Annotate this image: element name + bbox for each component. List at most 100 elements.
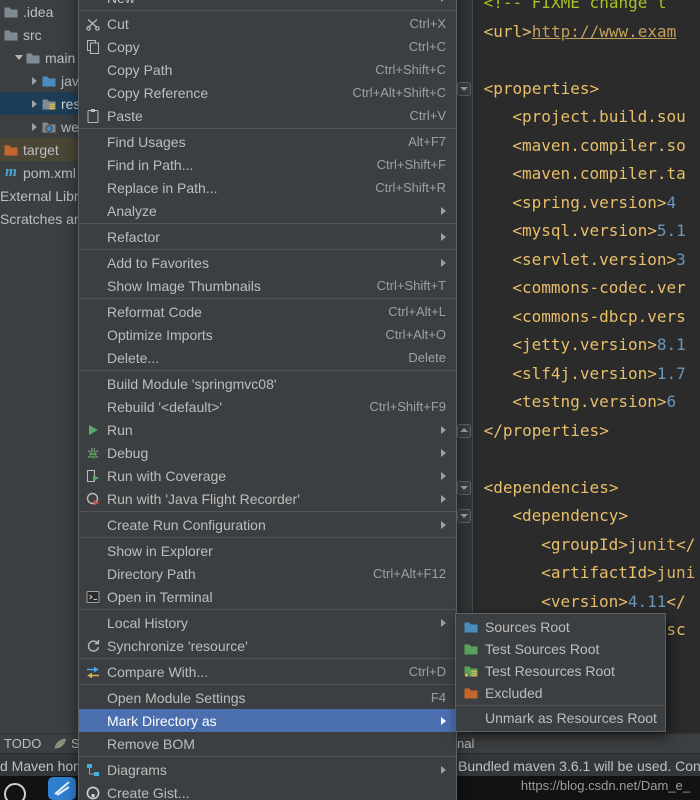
submenu-arrow-icon xyxy=(441,472,446,480)
tree-item-wel[interactable]: wel xyxy=(0,115,78,138)
chevron-expanded-icon[interactable] xyxy=(12,55,25,60)
menu-item-shortcut: Ctrl+Shift+R xyxy=(355,180,446,195)
menu-item-open-in-terminal[interactable]: Open in Terminal xyxy=(79,585,456,608)
menu-item-cut[interactable]: CutCtrl+X xyxy=(79,12,456,35)
ide-window: .ideasrcmainjavaresweltargetmpom.xmlExte… xyxy=(0,0,700,800)
folder-icon xyxy=(3,27,19,43)
menu-item-diagrams[interactable]: Diagrams xyxy=(79,758,456,781)
menu-item-rebuild-default[interactable]: Rebuild '<default>'Ctrl+Shift+F9 xyxy=(79,395,456,418)
fold-marker-icon[interactable] xyxy=(457,82,471,96)
tree-item-java[interactable]: java xyxy=(0,69,78,92)
menu-item-optimize-imports[interactable]: Optimize ImportsCtrl+Alt+O xyxy=(79,323,456,346)
menu-icon-spacer xyxy=(84,134,102,150)
chevron-collapsed-icon[interactable] xyxy=(28,123,41,131)
submenu-arrow-icon xyxy=(441,495,446,503)
menu-item-local-history[interactable]: Local History xyxy=(79,611,456,634)
menu-item-add-to-favorites[interactable]: Add to Favorites xyxy=(79,251,456,274)
tree-item-pom-xml[interactable]: mpom.xml xyxy=(0,161,78,184)
menu-item-paste[interactable]: PasteCtrl+V xyxy=(79,104,456,127)
run-icon xyxy=(84,422,102,438)
menu-icon-spacer xyxy=(84,376,102,392)
menu-item-label: Analyze xyxy=(107,203,157,219)
menu-item-reformat-code[interactable]: Reformat CodeCtrl+Alt+L xyxy=(79,300,456,323)
excluded-root-icon xyxy=(462,685,480,701)
menu-item-label: Run with 'Java Flight Recorder' xyxy=(107,491,300,507)
menu-separator xyxy=(79,370,456,371)
menu-item-debug[interactable]: Debug xyxy=(79,441,456,464)
menu-item-label: Run with Coverage xyxy=(107,468,226,484)
menu-item-compare-with[interactable]: Compare With...Ctrl+D xyxy=(79,660,456,683)
menu-item-copy-reference[interactable]: Copy ReferenceCtrl+Alt+Shift+C xyxy=(79,81,456,104)
menu-item-label: Synchronize 'resource' xyxy=(107,638,248,654)
menu-item-copy-path[interactable]: Copy PathCtrl+Shift+C xyxy=(79,58,456,81)
tree-item-main[interactable]: main xyxy=(0,46,78,69)
menu-separator xyxy=(456,705,665,706)
tree-item-res[interactable]: res xyxy=(0,92,78,115)
menu-icon-spacer xyxy=(84,690,102,706)
menu-item-label: Find Usages xyxy=(107,134,186,150)
submenu-item-test-resources-root[interactable]: Test Resources Root xyxy=(456,660,665,682)
submenu-item-test-sources-root[interactable]: Test Sources Root xyxy=(456,638,665,660)
submenu-item-sources-root[interactable]: Sources Root xyxy=(456,616,665,638)
menu-item-label: Refactor xyxy=(107,229,160,245)
menu-item-remove-bom[interactable]: Remove BOM xyxy=(79,732,456,755)
tree-item-idea[interactable]: .idea xyxy=(0,0,78,23)
submenu-item-unmark-as-resources-root[interactable]: Unmark as Resources Root xyxy=(456,707,665,729)
chevron-collapsed-icon[interactable] xyxy=(28,77,41,85)
menu-icon-spacer xyxy=(84,278,102,294)
menu-separator xyxy=(79,223,456,224)
chevron-collapsed-icon[interactable] xyxy=(28,100,41,108)
menu-item-label: Delete... xyxy=(107,350,159,366)
menu-item-synchronize-resource[interactable]: Synchronize 'resource' xyxy=(79,634,456,657)
tree-item-target[interactable]: target xyxy=(0,138,78,161)
submenu-arrow-icon xyxy=(441,0,446,2)
menu-item-refactor[interactable]: Refactor xyxy=(79,225,456,248)
menu-item-run-with-java-flight-recorder[interactable]: Run with 'Java Flight Recorder' xyxy=(79,487,456,510)
menu-item-label: Directory Path xyxy=(107,566,196,582)
menu-item-new[interactable]: New xyxy=(79,0,456,9)
menu-item-find-in-path[interactable]: Find in Path...Ctrl+Shift+F xyxy=(79,153,456,176)
menu-item-directory-path[interactable]: Directory PathCtrl+Alt+F12 xyxy=(79,562,456,585)
menu-separator xyxy=(79,511,456,512)
code-segment-num: 4.11 xyxy=(628,592,667,611)
menu-item-copy[interactable]: CopyCtrl+C xyxy=(79,35,456,58)
code-segment-tag: <jetty.version> xyxy=(512,335,657,354)
todo-toolwindow-button[interactable]: TODO xyxy=(4,736,41,751)
menu-item-analyze[interactable]: Analyze xyxy=(79,199,456,222)
code-line: <properties> xyxy=(484,74,600,103)
menu-item-run-with-coverage[interactable]: Run with Coverage xyxy=(79,464,456,487)
menu-item-open-module-settings[interactable]: Open Module SettingsF4 xyxy=(79,686,456,709)
menu-item-create-run-configuration[interactable]: Create Run Configuration xyxy=(79,513,456,536)
menu-item-delete[interactable]: Delete...Delete xyxy=(79,346,456,369)
tree-item-src[interactable]: src xyxy=(0,23,78,46)
code-segment-txt: junit xyxy=(628,535,676,554)
menu-item-label: Debug xyxy=(107,445,148,461)
code-segment-num: 5.1 xyxy=(657,221,686,240)
submenu-item-label: Sources Root xyxy=(485,619,570,635)
compare-icon xyxy=(84,664,102,680)
menu-item-label: Copy xyxy=(107,39,140,55)
cut-icon xyxy=(84,16,102,32)
fold-marker-icon[interactable] xyxy=(457,509,471,523)
menu-item-create-gist[interactable]: Create Gist... xyxy=(79,781,456,800)
submenu-arrow-icon xyxy=(441,426,446,434)
menu-item-build-module-springmvc08[interactable]: Build Module 'springmvc08' xyxy=(79,372,456,395)
menu-item-find-usages[interactable]: Find UsagesAlt+F7 xyxy=(79,130,456,153)
tree-item-scratches-an[interactable]: Scratches an xyxy=(0,207,78,230)
menu-separator xyxy=(79,537,456,538)
fold-marker-icon[interactable] xyxy=(457,424,471,438)
menu-item-mark-directory-as[interactable]: Mark Directory as xyxy=(79,709,456,732)
submenu-item-excluded[interactable]: Excluded xyxy=(456,682,665,704)
project-tree[interactable]: .ideasrcmainjavaresweltargetmpom.xmlExte… xyxy=(0,0,78,733)
menu-separator xyxy=(79,658,456,659)
terminal-tab-fragment[interactable]: nal xyxy=(457,736,474,751)
menu-item-show-in-explorer[interactable]: Show in Explorer xyxy=(79,539,456,562)
menu-icon-spacer xyxy=(84,0,102,6)
menu-item-label: Cut xyxy=(107,16,129,32)
fold-marker-icon[interactable] xyxy=(457,481,471,495)
menu-item-replace-in-path[interactable]: Replace in Path...Ctrl+Shift+R xyxy=(79,176,456,199)
menu-item-run[interactable]: Run xyxy=(79,418,456,441)
menu-item-label: Create Gist... xyxy=(107,785,189,800)
tree-item-external-libr[interactable]: External Libr xyxy=(0,184,78,207)
menu-item-show-image-thumbnails[interactable]: Show Image ThumbnailsCtrl+Shift+T xyxy=(79,274,456,297)
